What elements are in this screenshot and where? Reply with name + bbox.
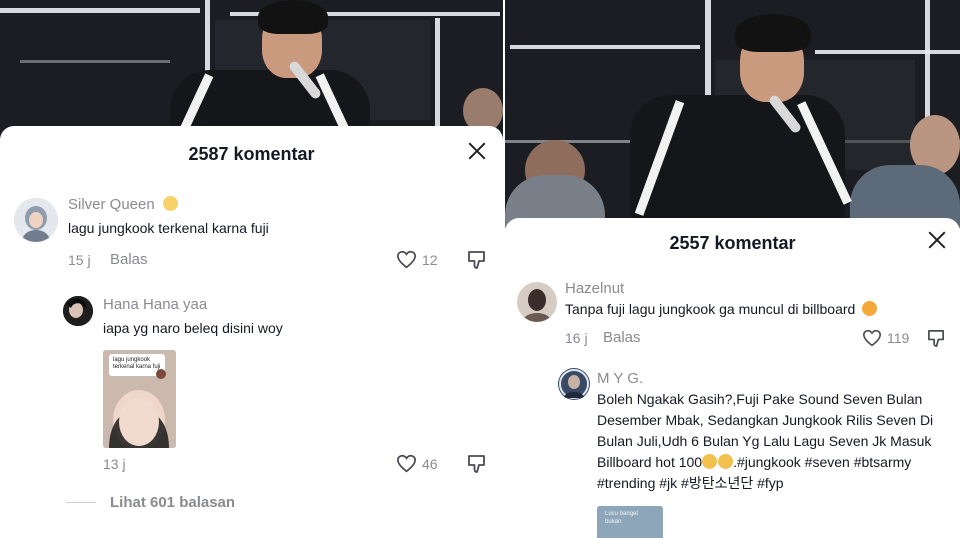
close-icon[interactable] [468,142,486,160]
reply-button[interactable]: Balas [110,251,148,268]
dislike-button[interactable] [467,454,487,479]
reply-avatar[interactable] [558,368,590,400]
reply-text: Boleh Ngakak Gasih?,Fuji Pake Sound Seve… [597,391,934,491]
reply-username[interactable]: M Y G. [597,370,643,387]
view-replies-button[interactable]: Lihat 601 balasan [66,494,235,511]
heart-outline-icon [396,454,417,473]
emoji-icon [702,454,718,469]
video-backdrop [505,0,960,228]
sticker-caption: terkenal karna fuji [113,364,161,370]
like-button[interactable]: 119 [862,329,909,347]
dislike-button[interactable] [467,250,487,275]
like-button[interactable]: 46 [396,454,438,473]
reply-username[interactable]: Hana Hana yaa [103,296,207,313]
heart-outline-icon [862,329,882,347]
divider-line [66,502,96,503]
emoji-icon [162,196,178,211]
comment-text: lagu jungkook terkenal karna fuji [68,220,269,236]
comments-sheet: 2587 komentar Silver Queen lagu jungkook… [0,126,503,538]
reply-sticker-image[interactable]: Lucu banget bukan [597,506,663,538]
like-button[interactable]: 12 [396,250,438,269]
sticker-caption: lagu jungkook [113,357,151,363]
left-screenshot: 2587 komentar Silver Queen lagu jungkook… [0,0,503,538]
dislike-icon [468,251,485,269]
avatar[interactable] [517,282,557,322]
video-backdrop [0,0,503,140]
reply-avatar[interactable] [63,296,93,326]
comments-sheet: 2557 komentar Hazelnut Tanpa fuji lagu j… [505,218,960,538]
reply-text: iapa yg naro beleq disini woy [103,320,283,336]
reply-button[interactable]: Balas [603,329,641,346]
dislike-icon [468,455,485,473]
dislike-icon [928,330,945,347]
emoji-icon [718,454,734,469]
view-replies-label: Lihat 601 balasan [110,494,236,511]
comment-count-title: 2587 komentar [188,144,315,164]
comment-count-title: 2557 komentar [669,233,796,253]
avatar[interactable] [14,198,58,242]
comment-text: Tanpa fuji lagu jungkook ga muncul di bi… [565,299,878,320]
reply-sticker-image[interactable]: lagu jungkook terkenal karna fuji [103,350,176,448]
comment-username[interactable]: Silver Queen [68,196,178,213]
comment-time: 16 j [565,330,588,346]
comment-time: 15 j [68,252,91,268]
like-count: 119 [887,330,910,346]
right-screenshot: 2557 komentar Hazelnut Tanpa fuji lagu j… [505,0,960,538]
like-count: 12 [422,251,438,268]
emoji-icon [862,301,878,316]
comment-username[interactable]: Hazelnut [565,280,624,297]
like-count: 46 [422,455,438,472]
heart-outline-icon [396,250,417,269]
reply-time: 13 j [103,456,126,472]
sticker-caption: bukan [605,519,622,525]
close-icon[interactable] [928,231,946,249]
dislike-button[interactable] [927,329,946,353]
sticker-caption: Lucu banget [605,511,639,517]
